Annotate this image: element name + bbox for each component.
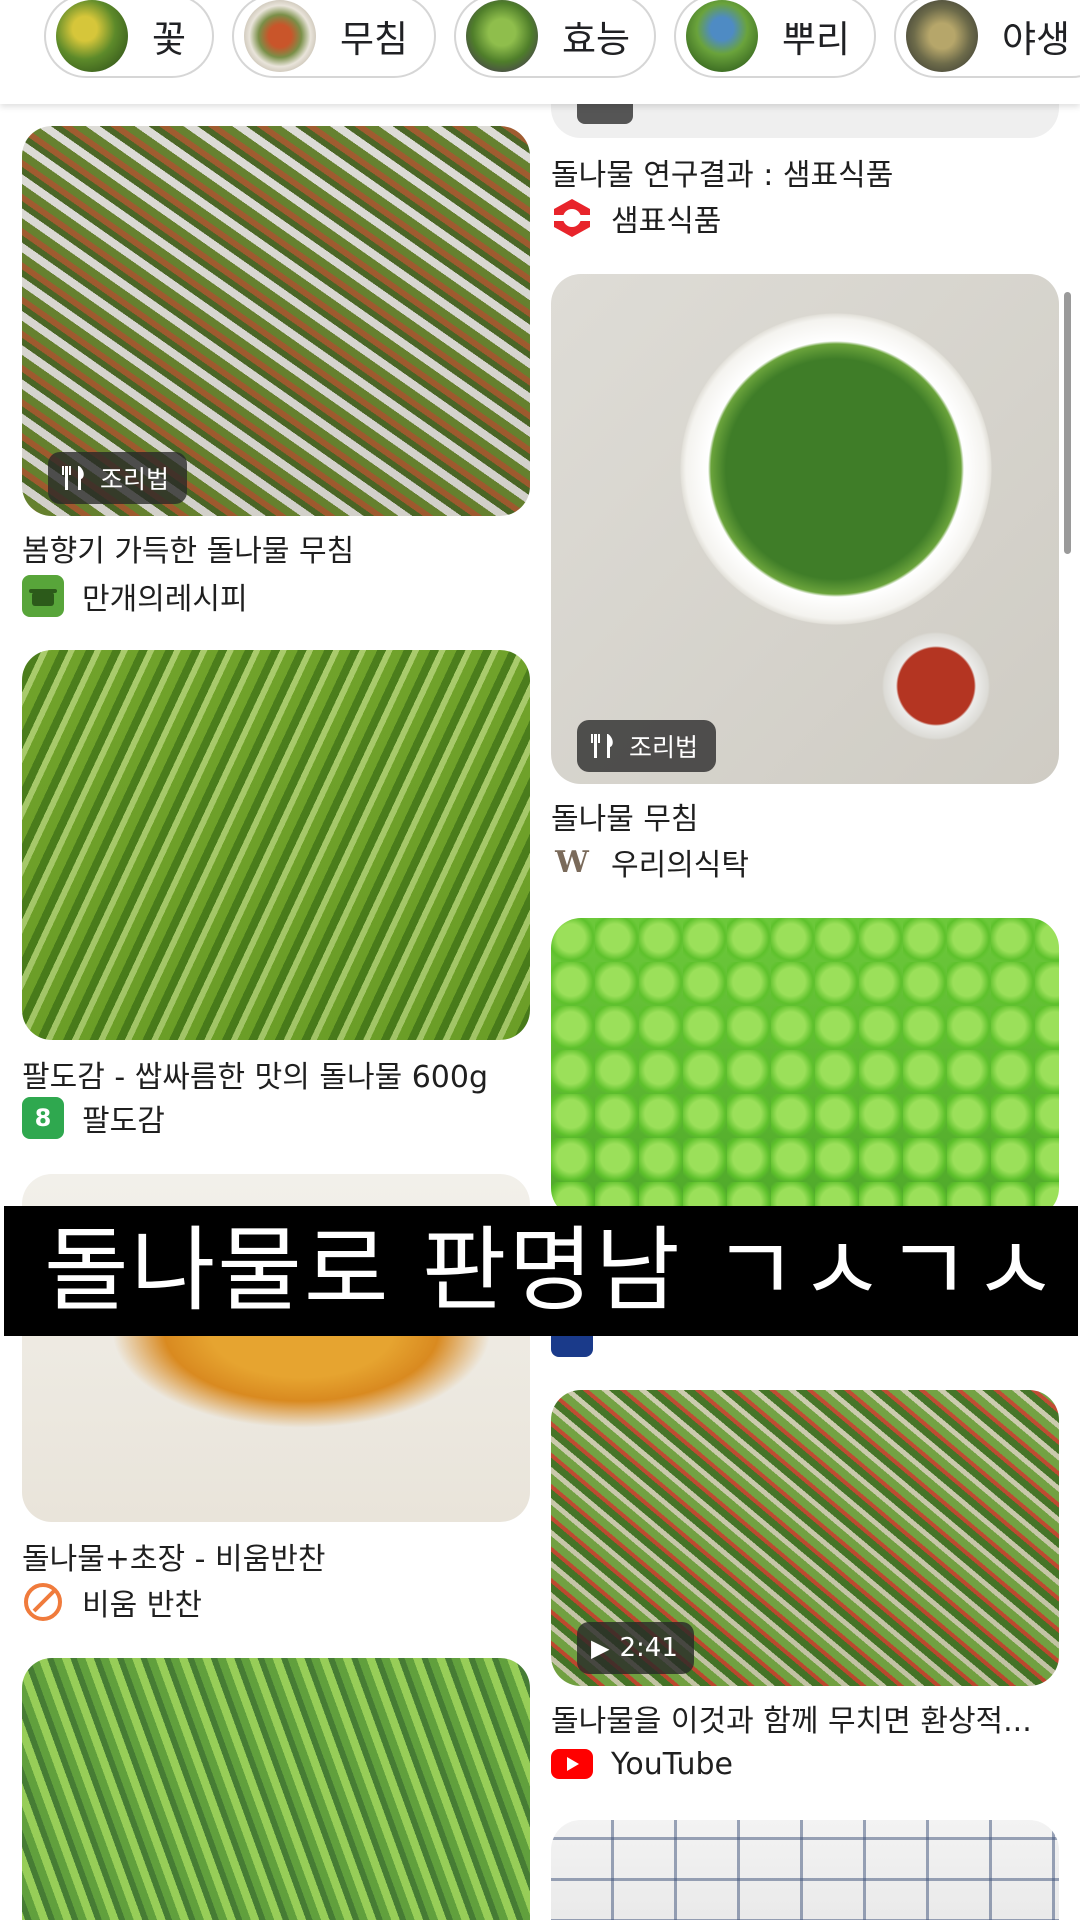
chip-thumbnail: [244, 0, 316, 72]
result-title[interactable]: 돌나물을 이것과 함께 무치면 환상적...: [551, 1696, 1059, 1740]
chip-label: 야생: [1002, 18, 1071, 61]
scrollbar[interactable]: [1064, 292, 1071, 554]
pot-icon: [22, 575, 64, 617]
chip-wild[interactable]: 야생: [894, 0, 1080, 78]
chip-label: 뿌리: [782, 18, 851, 61]
paldogam-logo-icon: 8: [22, 1097, 64, 1139]
fork-knife-icon: [589, 731, 619, 761]
result-source[interactable]: YouTube: [551, 1742, 733, 1786]
result-title[interactable]: 돌나물 무침: [551, 794, 1059, 838]
source-name: YouTube: [611, 1746, 733, 1782]
w-logo-icon: W: [555, 844, 589, 880]
result-title[interactable]: 돌나물+초장 - 비움반찬: [22, 1534, 530, 1578]
recipe-badge: 조리법: [577, 720, 717, 772]
result-image[interactable]: [22, 1658, 530, 1920]
result-source[interactable]: 만개의레시피: [22, 574, 248, 618]
result-image[interactable]: ▶ 2:41: [551, 1390, 1059, 1686]
result-title[interactable]: 돌나물 연구결과 : 샘표식품: [551, 150, 1059, 194]
video-duration-badge: ▶ 2:41: [577, 1622, 694, 1674]
source-name: 샘표식품: [611, 204, 722, 239]
result-image[interactable]: 조리법: [551, 274, 1059, 784]
youtube-icon: [551, 1743, 593, 1785]
source-name: 우리의식탁: [611, 848, 749, 883]
result-source[interactable]: 8 팔도감: [22, 1096, 165, 1140]
source-name: 만개의레시피: [82, 582, 248, 617]
chip-thumbnail: [56, 0, 128, 72]
badge-label: 조리법: [629, 733, 699, 762]
chip-benefits[interactable]: 효능: [454, 0, 656, 78]
sempio-logo-icon: [551, 197, 593, 239]
overlay-caption: 돌나물로 판명남 ㄱㅅㄱㅅ: [4, 1206, 1078, 1336]
video-duration: 2:41: [619, 1633, 678, 1663]
result-image[interactable]: 조리법: [22, 126, 530, 516]
chip-muchim[interactable]: 무침: [232, 0, 436, 78]
related-search-chip-bar: 꽃 무침 효능 뿌리 야생: [0, 0, 1080, 104]
source-name: 비움 반찬: [82, 1588, 202, 1623]
chip-thumbnail: [466, 0, 538, 72]
recipe-badge: 조리법: [48, 452, 188, 504]
chip-label: 효능: [562, 18, 631, 61]
result-source[interactable]: 샘표식품: [551, 196, 721, 240]
badge-label: 조리법: [100, 465, 170, 494]
result-image[interactable]: [551, 1820, 1059, 1920]
result-source[interactable]: 비움 반찬: [22, 1580, 202, 1624]
chip-root[interactable]: 뿌리: [674, 0, 876, 78]
result-title[interactable]: 봄향기 가득한 돌나물 무침: [22, 526, 530, 570]
chip-label: 꽃: [152, 18, 187, 61]
chip-thumbnail: [906, 0, 978, 72]
result-image[interactable]: [22, 650, 530, 1040]
result-image[interactable]: [551, 918, 1059, 1218]
chip-thumbnail: [686, 0, 758, 72]
result-title[interactable]: 팔도감 - 쌉싸름한 맛의 돌나물 600g: [22, 1052, 542, 1096]
bium-logo-icon: [22, 1581, 64, 1623]
source-name: 팔도감: [82, 1104, 165, 1139]
chip-flower[interactable]: 꽃: [44, 0, 214, 78]
fork-knife-icon: [60, 463, 90, 493]
result-source[interactable]: W 우리의식탁: [551, 840, 749, 884]
play-icon: ▶: [591, 1634, 610, 1662]
chip-label: 무침: [340, 18, 409, 61]
